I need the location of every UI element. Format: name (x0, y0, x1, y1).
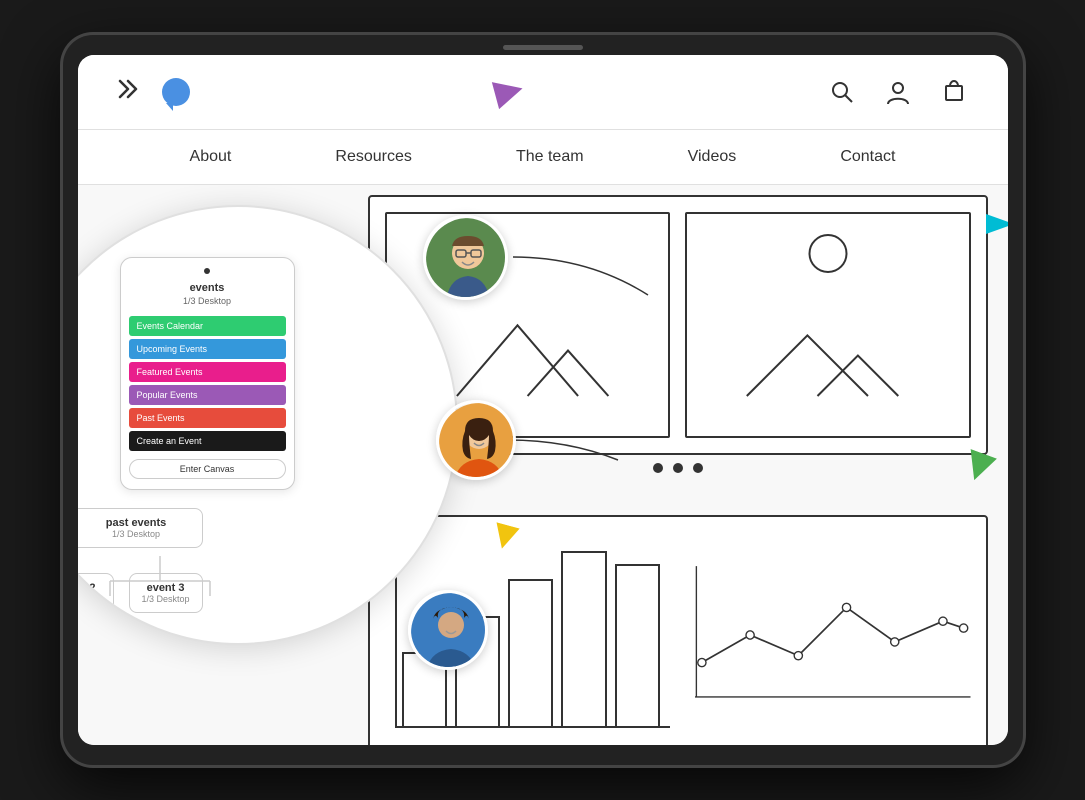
menu-item-upcoming-events: Upcoming Events (129, 339, 286, 359)
sitemap-tree: past events 1/3 Desktop event 2 1/3 Desk (78, 508, 203, 613)
mobile-dot (204, 268, 210, 274)
menu-item-create-event: Create an Event (129, 431, 286, 451)
mobile-card-subtitle: 1/3 Desktop (129, 296, 286, 306)
mobile-card: events 1/3 Desktop Events Calendar Upcom… (120, 257, 295, 490)
tree-connector-svg (100, 556, 300, 596)
mobile-card-title: events (129, 282, 286, 294)
dot-3 (693, 463, 703, 473)
header-logo (118, 76, 190, 108)
arrow-cyan-right (986, 210, 1008, 243)
dot-2 (673, 463, 683, 473)
avatar-youth (408, 590, 488, 670)
tablet-screen: About Resources The team Videos Contact … (78, 55, 1008, 745)
center-arrow-icon (491, 75, 525, 109)
avatar-woman-image (439, 403, 516, 480)
logo-arrows-icon (118, 76, 154, 108)
sitemap-event-2-title: event 2 (78, 582, 101, 594)
carousel-dots (653, 463, 703, 473)
dot-1 (653, 463, 663, 473)
user-icon[interactable] (884, 78, 912, 106)
bar-4 (561, 551, 606, 726)
header-icons (828, 78, 968, 106)
sitemap-event-2-subtitle: 1/3 Desktop (78, 594, 101, 604)
menu-item-past-events: Past Events (129, 408, 286, 428)
line-chart-svg (695, 532, 971, 738)
menu-item-events-calendar: Events Calendar (129, 316, 286, 336)
avatar-man-image (426, 218, 508, 300)
menu-item-featured-events: Featured Events (129, 362, 286, 382)
nav-item-about[interactable]: About (174, 140, 248, 174)
sitemap-past-events: past events 1/3 Desktop (78, 508, 203, 548)
nav-bar: About Resources The team Videos Contact (78, 130, 1008, 185)
nav-item-videos[interactable]: Videos (672, 140, 753, 174)
sitemap-node-subtitle: 1/3 Desktop (83, 529, 190, 539)
enter-canvas-button[interactable]: Enter Canvas (129, 459, 286, 479)
cart-icon[interactable] (940, 78, 968, 106)
main-content: events 1/3 Desktop Events Calendar Upcom… (78, 185, 1008, 745)
nav-item-the-team[interactable]: The team (500, 140, 600, 174)
bar-3 (508, 579, 553, 726)
avatar-youth-image (411, 593, 488, 670)
header (78, 55, 1008, 130)
avatar-man (423, 215, 508, 300)
arrow-yellow-down (493, 525, 517, 554)
nav-item-contact[interactable]: Contact (824, 140, 911, 174)
search-icon[interactable] (828, 78, 856, 106)
avatar-woman (436, 400, 516, 480)
menu-item-popular-events: Popular Events (129, 385, 286, 405)
logo-bubble-icon (162, 78, 190, 106)
image-placeholder-2 (685, 212, 971, 438)
line-chart-container (695, 532, 971, 738)
arrow-green-down (965, 453, 993, 486)
tablet-home-bar (503, 45, 583, 50)
bar-5 (615, 564, 660, 726)
sitemap-node-title: past events (83, 517, 190, 529)
tablet-frame: About Resources The team Videos Contact … (63, 35, 1023, 765)
nav-item-resources[interactable]: Resources (319, 140, 427, 174)
mobile-menu-list: Events Calendar Upcoming Events Featured… (129, 316, 286, 451)
